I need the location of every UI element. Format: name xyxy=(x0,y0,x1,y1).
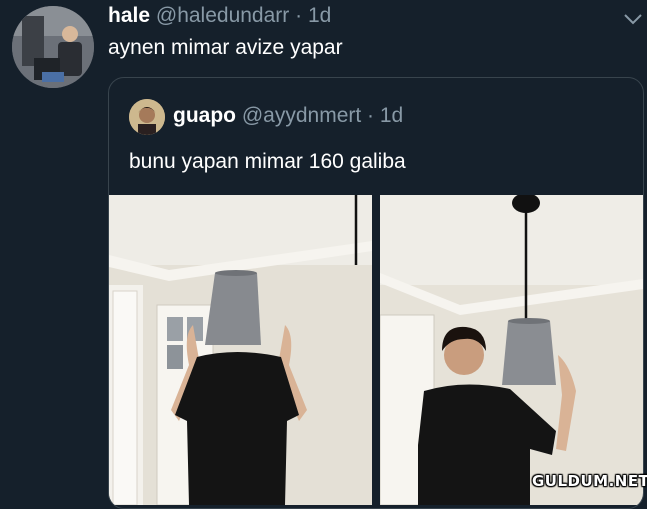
meta-separator: · xyxy=(289,4,308,27)
tweet-header: hale @haledundarr · 1d xyxy=(108,4,331,28)
tweet-photo-2[interactable] xyxy=(380,195,643,505)
quoted-author-handle[interactable]: @ayydnmert xyxy=(242,104,361,127)
quoted-tweet-text: bunu yapan mimar 160 galiba xyxy=(129,150,406,173)
author-name[interactable]: hale xyxy=(108,4,150,27)
author-handle[interactable]: @haledundarr xyxy=(156,4,289,27)
quoted-author-name[interactable]: guapo xyxy=(173,104,236,127)
tweet-photo-1[interactable] xyxy=(109,195,372,505)
quoted-tweet-header: guapo @ayydnmert · 1d xyxy=(173,104,403,128)
quoted-meta-separator: · xyxy=(361,104,380,127)
tweet-time[interactable]: 1d xyxy=(308,4,331,27)
quoted-author-avatar[interactable] xyxy=(129,99,165,135)
author-avatar[interactable] xyxy=(12,6,94,88)
quoted-tweet[interactable]: guapo @ayydnmert · 1d bunu yapan mimar 1… xyxy=(108,77,644,509)
quoted-tweet-time[interactable]: 1d xyxy=(380,104,403,127)
chevron-down-icon[interactable] xyxy=(620,6,646,32)
tweet-text: aynen mimar avize yapar xyxy=(108,36,343,59)
watermark: GULDUM.NET xyxy=(532,472,647,490)
